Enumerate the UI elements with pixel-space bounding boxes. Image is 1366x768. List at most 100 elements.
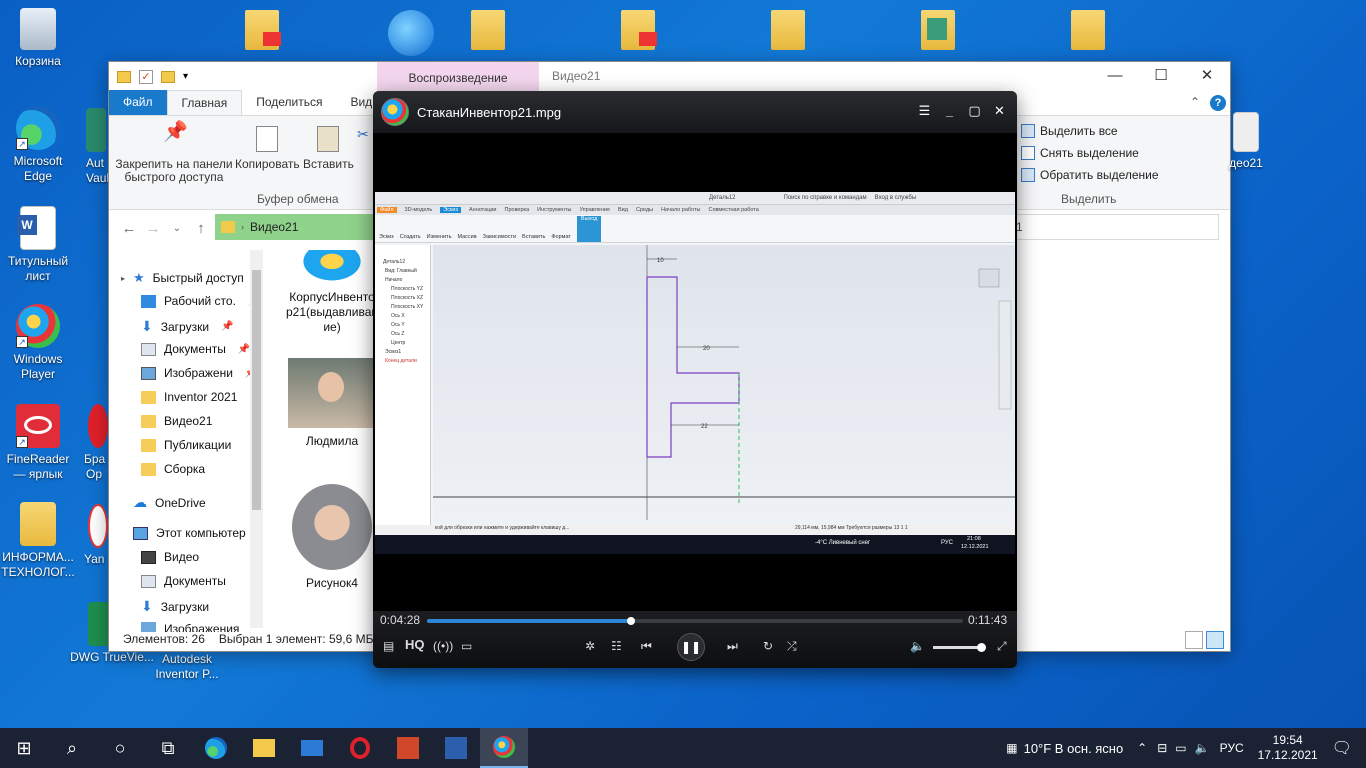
close-button[interactable]: ✕ (992, 103, 1007, 118)
desktop-icon-finereader[interactable]: ↗ FineReader — ярлык (0, 404, 76, 482)
collapse-ribbon-icon[interactable]: ⌃ (1190, 95, 1200, 109)
notifications-icon[interactable]: 🗨 (1332, 738, 1352, 758)
volume-slider[interactable] (933, 643, 986, 652)
close-button[interactable]: ✕ (1184, 62, 1230, 91)
nav-documents[interactable]: Документы 📌 (141, 342, 250, 356)
select-none-button[interactable]: Снять выделение (1021, 146, 1139, 160)
desktop-icon-vault[interactable]: Aut Vaul (78, 108, 108, 186)
nav-assembly[interactable]: Сборка (141, 462, 205, 476)
show-hidden-icons-icon[interactable]: ⌃ (1137, 741, 1147, 755)
task-view-icon[interactable]: ⧉ (144, 728, 192, 768)
document-folder-icon[interactable] (470, 10, 506, 56)
pin-quick-access-button[interactable]: 📌 Закрепить на панели быстрого доступа (115, 122, 233, 184)
document-folder-icon[interactable] (770, 10, 806, 56)
weather-text[interactable]: 10°F В осн. ясно (1024, 741, 1124, 756)
network-icon[interactable]: ⊟ (1157, 741, 1167, 755)
volume-icon[interactable]: 🔈 (910, 639, 925, 653)
up-button[interactable]: ↑ (189, 220, 213, 237)
nav-publications[interactable]: Публикации (141, 438, 231, 452)
tab-home[interactable]: Главная (166, 90, 243, 115)
nav-downloads[interactable]: ⬇ Загрузки 📌 (141, 318, 233, 335)
mail-icon[interactable] (288, 728, 336, 768)
fullscreen-icon[interactable]: ⤢ (997, 639, 1007, 654)
nav-pictures[interactable]: Изображени📌 (141, 366, 257, 380)
start-icon[interactable]: ⊞ (0, 728, 48, 768)
next-button[interactable]: ⏭ (727, 639, 738, 654)
cut-icon[interactable]: ✂ (357, 126, 369, 143)
nav-video21[interactable]: Видео21 (141, 414, 212, 428)
open-file-icon[interactable]: ▤ (383, 639, 394, 653)
pause-button[interactable]: ❚❚ (677, 633, 705, 661)
tab-file[interactable]: Файл (109, 90, 167, 115)
desktop-icon-recycle-bin[interactable]: Корзина (0, 8, 76, 69)
folder-icon[interactable] (117, 70, 131, 83)
explorer-icon[interactable] (240, 728, 288, 768)
seek-bar[interactable] (427, 617, 963, 625)
video-folder-icon[interactable] (1070, 10, 1106, 56)
minimize-button[interactable]: _ (942, 103, 957, 118)
seek-knob[interactable] (626, 617, 635, 625)
pdf-folder-icon[interactable] (244, 10, 281, 56)
volume-knob[interactable] (976, 643, 986, 652)
file-item-korpus[interactable]: КорпусИнвенто р21(выдавливан ие) (283, 250, 381, 335)
nav-inventor-2021[interactable]: Inventor 2021 (141, 390, 237, 404)
nav-video[interactable]: Видео (141, 550, 199, 564)
select-all-button[interactable]: Выделить все (1021, 124, 1118, 138)
desktop-icon-opera[interactable]: Бра Op (84, 404, 108, 482)
help-icon[interactable]: ? (1210, 95, 1226, 111)
settings-icon[interactable]: ✲ (585, 639, 595, 653)
cortana-icon[interactable]: ○ (96, 728, 144, 768)
minimize-button[interactable]: — (1092, 62, 1138, 91)
equalizer-icon[interactable]: ☷ (611, 639, 622, 653)
audio-icon[interactable]: ((•)) (433, 639, 453, 653)
nav-this-pc[interactable]: Этот компьютер (133, 526, 246, 540)
pdf-folder-icon[interactable] (620, 10, 657, 56)
playlist-icon[interactable]: ☰ (917, 103, 932, 118)
details-view-button[interactable] (1185, 631, 1203, 649)
desktop-icon-yandex[interactable]: Yan (84, 504, 108, 567)
copy-button[interactable]: Копировать (235, 126, 300, 171)
maximize-button[interactable]: ☐ (1138, 62, 1184, 91)
large-icons-view-button[interactable] (1206, 631, 1224, 649)
desktop-icon-info-tech[interactable]: ИНФОРМА... ТЕХНОЛОГ... (0, 502, 76, 580)
word-icon[interactable] (432, 728, 480, 768)
edge-icon[interactable] (192, 728, 240, 768)
image-folder-icon[interactable] (920, 10, 956, 56)
opera-icon[interactable] (336, 728, 384, 768)
nav-quick-access[interactable]: ▸ ★ Быстрый доступ (121, 270, 244, 286)
battery-icon[interactable]: ▭ (1175, 741, 1186, 755)
clock[interactable]: 19:54 17.12.2021 (1250, 733, 1326, 763)
address-bar[interactable]: › Видео21 (215, 214, 375, 240)
nav-desktop[interactable]: Рабочий сто.📌 (141, 294, 260, 308)
powerpoint-icon[interactable] (384, 728, 432, 768)
nav-documents-pc[interactable]: Документы (141, 574, 226, 588)
back-button[interactable]: ← (117, 220, 141, 237)
shuffle-icon[interactable]: ⤮ (787, 639, 797, 654)
nav-scrollbar[interactable] (250, 250, 263, 628)
forward-button[interactable]: → (141, 220, 165, 237)
desktop-icon-video21[interactable]: део21 (1226, 112, 1266, 171)
desktop-icon-edge[interactable]: ↗ Microsoft Edge (0, 106, 76, 184)
tab-share[interactable]: Поделиться (242, 90, 336, 115)
recent-locations-button[interactable]: ⌄ (165, 223, 189, 234)
tab-playback[interactable]: Воспроизведение (377, 62, 539, 91)
nav-downloads-pc[interactable]: ⬇ Загрузки (141, 598, 209, 615)
desktop-icon-title-page[interactable]: W Титульный лист (0, 206, 76, 284)
invert-selection-button[interactable]: Обратить выделение (1021, 168, 1159, 182)
nav-onedrive[interactable]: ☁ OneDrive (133, 494, 206, 511)
weather-icon[interactable]: ▦ (1006, 741, 1017, 755)
file-item-risunok4[interactable]: Рисунок4 (283, 484, 381, 591)
language-indicator[interactable]: РУС (1220, 741, 1244, 755)
search-input[interactable]: 1 (1013, 214, 1219, 240)
repeat-icon[interactable]: ↻ (763, 639, 773, 653)
paste-button[interactable]: Вставить (303, 126, 354, 171)
desktop-icon-windows-player[interactable]: ↗ Windows Player (0, 304, 76, 382)
customize-qa-icon[interactable]: ▾ (183, 71, 188, 82)
desktop-icon-inventor[interactable]: Autodesk Inventor P... (148, 652, 226, 682)
hq-button[interactable]: HQ (405, 637, 425, 652)
volume-icon[interactable]: 🔈 (1195, 741, 1210, 755)
new-folder-icon[interactable] (161, 70, 175, 83)
properties-icon[interactable]: ✓ (139, 69, 153, 84)
scrollbar-thumb[interactable] (252, 270, 261, 510)
previous-button[interactable]: ⏮ (641, 639, 652, 654)
